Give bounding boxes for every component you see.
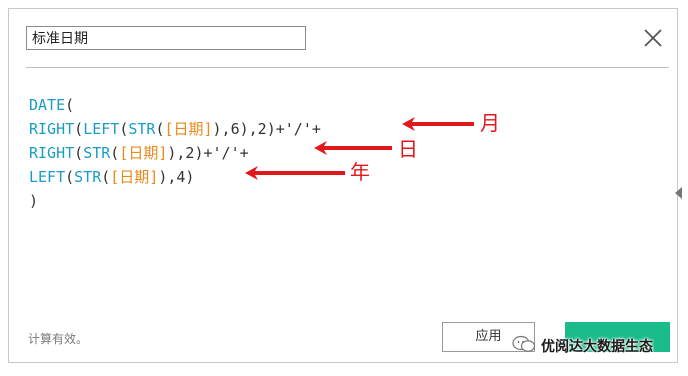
- close-icon[interactable]: [642, 27, 664, 49]
- wechat-icon: [512, 335, 536, 352]
- annotation-month: 月: [480, 111, 500, 135]
- formula-field: [日期]: [110, 168, 159, 186]
- arrow-left-icon: [245, 166, 345, 180]
- formula-paren: (: [65, 96, 75, 114]
- watermark-text: 优阅达大数据生态: [541, 339, 653, 355]
- formula-field: [日期]: [119, 144, 168, 162]
- formula-paren: (: [119, 120, 129, 138]
- formula-function: RIGHT: [29, 144, 75, 162]
- arrow-left-icon: [402, 117, 474, 131]
- formula-paren: (: [74, 144, 84, 162]
- annotation-day: 日: [398, 137, 418, 161]
- formula-paren: (: [74, 120, 84, 138]
- formula-function: STR: [83, 144, 111, 162]
- formula-line-2: RIGHT(LEFT(STR([日期]),6),2)+'/'+: [29, 117, 649, 141]
- formula-editor[interactable]: DATE( RIGHT(LEFT(STR([日期]),6),2)+'/'+ RI…: [29, 93, 649, 223]
- formula-line-1: DATE(: [29, 93, 649, 117]
- formula-function: LEFT: [29, 168, 66, 186]
- header-divider: [26, 67, 669, 68]
- formula-text: ),2)+'/'+: [167, 144, 249, 162]
- annotation-year: 年: [350, 160, 370, 184]
- formula-paren: (: [65, 168, 75, 186]
- formula-paren: ): [29, 192, 39, 210]
- formula-function: RIGHT: [29, 120, 75, 138]
- formula-function: STR: [74, 168, 102, 186]
- formula-line-5: ): [29, 189, 649, 213]
- expand-panel-icon[interactable]: [675, 187, 682, 199]
- formula-function: DATE: [29, 96, 66, 114]
- formula-paren: (: [110, 144, 120, 162]
- formula-text: ),6),2)+'/'+: [212, 120, 321, 138]
- formula-function: LEFT: [83, 120, 120, 138]
- validation-status: 计算有效。: [28, 332, 89, 346]
- arrow-left-icon: [314, 141, 392, 155]
- formula-paren: (: [101, 168, 111, 186]
- calculation-name-input[interactable]: [26, 26, 306, 50]
- calculation-dialog: DATE( RIGHT(LEFT(STR([日期]),6),2)+'/'+ RI…: [8, 8, 682, 363]
- formula-text: ),4): [158, 168, 195, 186]
- formula-function: STR: [128, 120, 156, 138]
- formula-field: [日期]: [164, 120, 213, 138]
